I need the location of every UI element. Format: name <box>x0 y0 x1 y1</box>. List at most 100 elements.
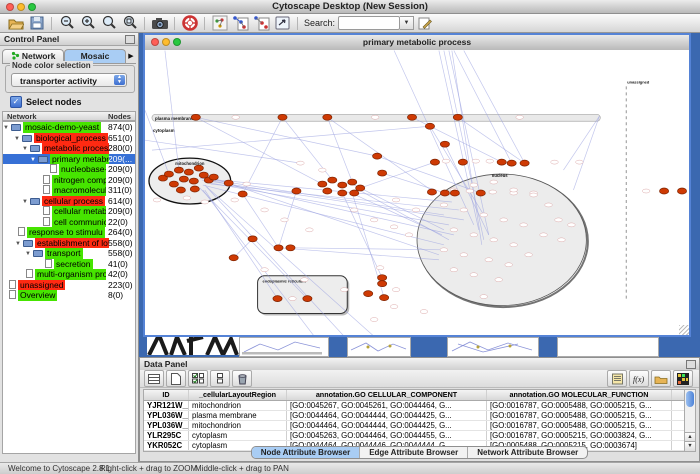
select-nodes-checkbox[interactable]: ✓ <box>10 96 22 108</box>
zoom-in-icon[interactable] <box>77 15 98 32</box>
graph-edge[interactable] <box>196 117 377 156</box>
search-input[interactable] <box>338 16 400 30</box>
graph-node[interactable] <box>169 181 178 187</box>
table-cell[interactable]: [GO:0016787, GO:0005488, GO:0005215, G..… <box>487 421 672 430</box>
vizmapper-icon[interactable] <box>272 15 293 32</box>
table-cell[interactable]: YPL036W__1 <box>144 421 189 430</box>
tab-node-attribute-browser[interactable]: Node Attribute Browser <box>252 447 361 458</box>
tree-row-unassigned[interactable]: unassigned223(0) <box>3 280 135 291</box>
graph-node[interactable] <box>238 191 247 197</box>
tree-row-biological-process[interactable]: ▼biological_process651(0) <box>3 133 135 144</box>
graph-node[interactable] <box>378 281 387 287</box>
graph-edge[interactable] <box>207 176 439 255</box>
tree-row-macromolecule[interactable]: macromolecule311(0) <box>3 185 135 196</box>
graph-node[interactable] <box>430 159 439 165</box>
graph-node[interactable] <box>453 114 462 120</box>
import-attributes-file-icon[interactable] <box>651 370 671 387</box>
graph-node[interactable] <box>209 174 218 180</box>
graph-node[interactable] <box>229 255 238 261</box>
network-window-titlebar[interactable]: primary metabolic process <box>145 35 689 51</box>
table-cell[interactable]: [GO:0016787, GO:0005215, GO:0003824, G..… <box>487 431 672 440</box>
graph-node[interactable] <box>164 171 173 177</box>
graph-node[interactable] <box>286 245 295 251</box>
graph-node[interactable] <box>440 141 449 147</box>
graph-node[interactable] <box>274 245 283 251</box>
open-file-icon[interactable] <box>5 15 26 32</box>
background-window-fragment[interactable] <box>347 337 411 357</box>
graph-node[interactable] <box>497 159 506 165</box>
float-panel-icon[interactable] <box>686 360 696 369</box>
attribute-matrix-icon[interactable] <box>673 370 693 387</box>
tree-row-establishment-of-lo[interactable]: ▼establishment of lo558(0) <box>3 238 135 249</box>
graph-node[interactable] <box>380 295 389 301</box>
delete-attribute-icon[interactable] <box>232 370 252 387</box>
graph-node[interactable] <box>373 153 382 159</box>
window-titlebar[interactable]: Cytoscape Desktop (New Session) <box>0 0 700 14</box>
graph-edge[interactable] <box>454 51 512 164</box>
zoom-out-icon[interactable] <box>56 15 77 32</box>
import-network-icon[interactable] <box>230 15 251 32</box>
new-attribute-icon[interactable] <box>166 370 186 387</box>
import-attributes-icon[interactable] <box>251 15 272 32</box>
scrollbar-thumb[interactable] <box>686 391 694 407</box>
tree-row-cellular-process[interactable]: ▼cellular process614(0) <box>3 196 135 207</box>
column-header[interactable]: annotation.GO CELLULAR_COMPONENT <box>287 390 487 400</box>
attribute-select-icon[interactable] <box>144 370 164 387</box>
graph-node[interactable] <box>176 187 185 193</box>
graph-edge[interactable] <box>342 193 382 278</box>
graph-edge[interactable] <box>145 140 300 163</box>
graph-node[interactable] <box>338 182 347 188</box>
graph-node[interactable] <box>248 236 257 242</box>
graph-node[interactable] <box>318 181 327 187</box>
resize-grip-icon[interactable] <box>679 325 689 335</box>
table-cell[interactable]: [GO:0016787, GO:0005488, GO:0005215, G..… <box>487 401 672 410</box>
tree-col-nodes[interactable]: Nodes <box>108 112 131 121</box>
graph-edge[interactable] <box>165 51 179 171</box>
graph-node[interactable] <box>348 179 357 185</box>
graph-node[interactable] <box>660 188 669 194</box>
tree-row-metabolic-process[interactable]: ▼metabolic process280(0) <box>3 143 135 154</box>
graph-edge[interactable] <box>210 180 454 235</box>
attribute-table[interactable]: ID_cellularLayoutRegionannotation.GO CEL… <box>143 389 686 452</box>
tab-network-attribute-browser[interactable]: Network Attribute Browser <box>468 447 587 458</box>
background-window-fragment[interactable] <box>447 337 539 357</box>
tree-row-nitrogen-compo[interactable]: nitrogen compo209(0) <box>3 175 135 186</box>
table-row[interactable]: YJR121W__1mitochondrion[GO:0045267, GO:0… <box>144 401 685 411</box>
tree-row-cellular-metabo[interactable]: cellular metabo209(0) <box>3 206 135 217</box>
save-icon[interactable] <box>26 15 47 32</box>
graph-node[interactable] <box>273 296 282 302</box>
graph-edge[interactable] <box>202 180 464 220</box>
table-cell[interactable]: [GO:0044464, GO:0044444, GO:0044425, G..… <box>287 411 487 420</box>
graph-node[interactable] <box>179 176 188 182</box>
dropdown-stepper-icon[interactable]: ▲▼ <box>114 75 125 85</box>
graph-node[interactable] <box>224 180 233 186</box>
graph-node[interactable] <box>191 114 200 120</box>
graph-node[interactable] <box>407 114 416 120</box>
graph-edge[interactable] <box>464 51 525 164</box>
graph-node[interactable] <box>458 159 467 165</box>
table-cell[interactable]: [GO:0016787, GO:0005488, GO:0005215, G..… <box>487 411 672 420</box>
table-cell[interactable]: [GO:0045263, GO:0044464, GO:0044455, G..… <box>287 431 487 440</box>
network-canvas[interactable]: plasma membranecytoplasmmitochondrionnuc… <box>145 50 689 335</box>
tree-col-network[interactable]: Network <box>7 112 37 121</box>
graph-node[interactable] <box>520 160 529 166</box>
select-attributes-icon[interactable] <box>188 370 208 387</box>
node-color-dropdown[interactable]: transporter activity ▲▼ <box>11 73 127 87</box>
tree-row-primary-metabo[interactable]: ▼primary metabo209(... <box>3 154 135 165</box>
table-cell[interactable]: mitochondrion <box>189 421 287 430</box>
graph-node[interactable] <box>450 190 459 196</box>
column-header[interactable]: _cellularLayoutRegion <box>189 390 287 400</box>
graph-edge[interactable] <box>205 190 278 299</box>
overview-network-icon[interactable] <box>209 15 230 32</box>
snapshot-icon[interactable] <box>149 15 170 32</box>
tree-row-nucleobase-[interactable]: nucleobase-209(0) <box>3 164 135 175</box>
graph-edge[interactable] <box>412 117 502 162</box>
tab-scroll-right-icon[interactable]: ▶ <box>126 50 136 63</box>
table-row[interactable]: YPL036W__1mitochondrion[GO:0044464, GO:0… <box>144 421 685 431</box>
table-cell[interactable]: mitochondrion <box>189 401 287 410</box>
column-header[interactable]: ID <box>144 390 189 400</box>
table-scrollbar[interactable]: ▲ ▼ <box>684 389 696 452</box>
tree-row-overview[interactable]: Overview8(0) <box>3 290 135 301</box>
attribute-batch-icon[interactable] <box>607 370 627 387</box>
graph-edge[interactable] <box>152 126 430 150</box>
